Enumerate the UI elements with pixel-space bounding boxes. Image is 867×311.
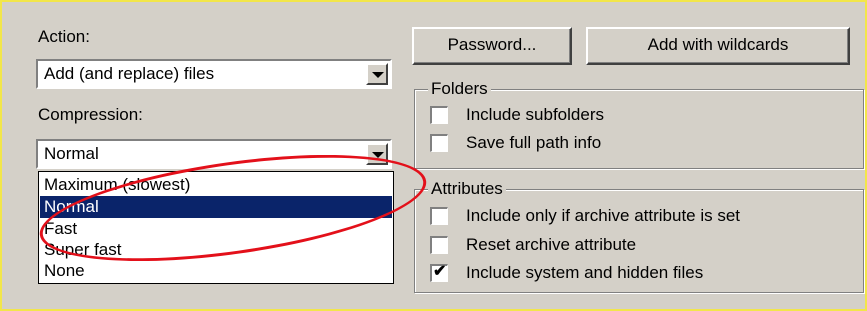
chevron-down-icon[interactable]	[366, 63, 388, 85]
action-value: Add (and replace) files	[44, 64, 215, 83]
include-subfolders-label[interactable]: Include subfolders	[466, 105, 604, 125]
password-button[interactable]: Password...	[412, 27, 572, 65]
action-label: Action:	[38, 27, 90, 46]
action-combobox[interactable]: Add (and replace) files	[36, 59, 392, 89]
save-full-path-checkbox[interactable]	[430, 134, 448, 152]
compression-value: Normal	[44, 144, 99, 163]
add-with-wildcards-button[interactable]: Add with wildcards	[586, 27, 850, 65]
include-system-hidden-label[interactable]: Include system and hidden files	[466, 263, 703, 283]
reset-archive-label[interactable]: Reset archive attribute	[466, 235, 636, 255]
include-system-hidden-checkbox[interactable]: ✔	[430, 263, 448, 282]
dialog-panel: Action: Add (and replace) files Compress…	[0, 0, 867, 311]
only-archive-attribute-checkbox[interactable]	[430, 207, 448, 225]
attributes-group-title: Attributes	[428, 179, 506, 199]
folders-group	[414, 89, 864, 169]
include-subfolders-checkbox[interactable]	[430, 106, 448, 124]
save-full-path-label[interactable]: Save full path info	[466, 133, 601, 153]
compression-label: Compression:	[38, 105, 143, 124]
option-none[interactable]: None	[40, 260, 392, 282]
folders-group-title: Folders	[428, 79, 491, 99]
checkmark-icon: ✔	[433, 263, 447, 280]
reset-archive-checkbox[interactable]	[430, 236, 448, 254]
only-archive-attribute-label[interactable]: Include only if archive attribute is set	[466, 206, 740, 226]
